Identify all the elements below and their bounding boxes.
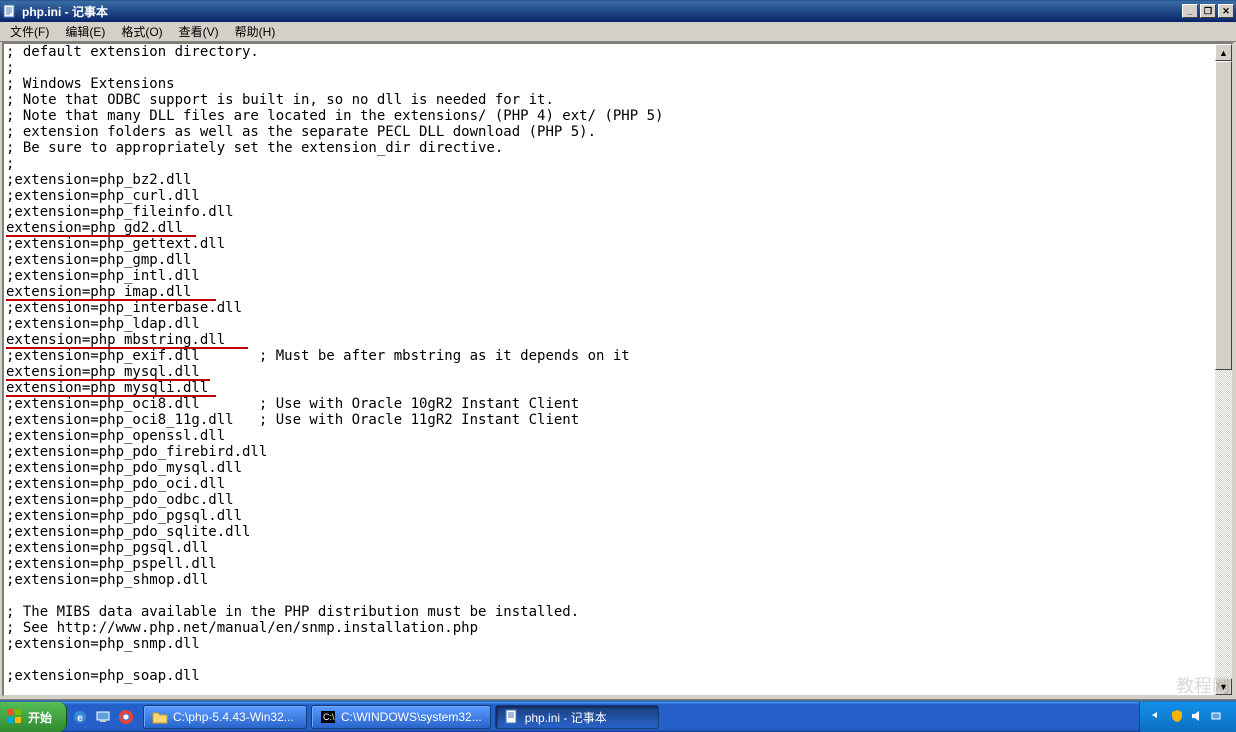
window-title: php.ini - 记事本 bbox=[22, 3, 1180, 20]
maximize-button[interactable]: ❐ bbox=[1200, 4, 1216, 18]
taskbar-task-0[interactable]: C:\php-5.4.43-Win32... bbox=[143, 705, 307, 729]
folder-icon bbox=[152, 709, 168, 725]
highlight-underline bbox=[6, 235, 196, 237]
tray-network-icon[interactable] bbox=[1210, 709, 1226, 725]
tray-shield-icon[interactable] bbox=[1170, 709, 1186, 725]
start-button[interactable]: 开始 bbox=[0, 702, 67, 732]
menu-help[interactable]: 帮助(H) bbox=[227, 22, 284, 41]
tray-volume-icon[interactable] bbox=[1190, 709, 1206, 725]
cmd-icon: C:\ bbox=[320, 709, 336, 725]
title-bar: php.ini - 记事本 _ ❐ ✕ bbox=[0, 0, 1236, 22]
highlight-underline bbox=[6, 347, 248, 349]
menu-file[interactable]: 文件(F) bbox=[2, 22, 57, 41]
highlight-underline bbox=[6, 299, 216, 301]
scroll-up-button[interactable]: ▲ bbox=[1215, 44, 1232, 61]
notepad-icon bbox=[2, 3, 18, 19]
svg-text:e: e bbox=[77, 713, 83, 724]
start-label: 开始 bbox=[28, 709, 52, 726]
desktop-icon[interactable] bbox=[94, 708, 112, 726]
close-button[interactable]: ✕ bbox=[1218, 4, 1234, 18]
vertical-scrollbar[interactable]: ▲ ▼ bbox=[1215, 44, 1232, 695]
ie-icon[interactable]: e bbox=[71, 708, 89, 726]
client-area: ; default extension directory. ; ; Windo… bbox=[0, 42, 1236, 700]
highlight-underline bbox=[6, 379, 210, 381]
chrome-icon[interactable] bbox=[117, 708, 135, 726]
svg-text:C:\: C:\ bbox=[323, 712, 335, 722]
windows-flag-icon bbox=[6, 708, 24, 726]
scroll-thumb[interactable] bbox=[1215, 61, 1232, 370]
minimize-button[interactable]: _ bbox=[1182, 4, 1198, 18]
quick-launch: e bbox=[67, 708, 139, 726]
menu-edit[interactable]: 编辑(E) bbox=[57, 22, 113, 41]
menu-format[interactable]: 格式(O) bbox=[113, 22, 170, 41]
task-label: C:\WINDOWS\system32... bbox=[341, 710, 482, 724]
task-label: php.ini - 记事本 bbox=[525, 709, 607, 726]
system-tray[interactable] bbox=[1139, 702, 1236, 732]
menu-bar: 文件(F) 编辑(E) 格式(O) 查看(V) 帮助(H) bbox=[0, 22, 1236, 42]
task-label: C:\php-5.4.43-Win32... bbox=[173, 710, 294, 724]
taskbar-task-1[interactable]: C:\ C:\WINDOWS\system32... bbox=[311, 705, 491, 729]
tray-arrow-icon[interactable] bbox=[1150, 709, 1166, 725]
scroll-down-button[interactable]: ▼ bbox=[1215, 678, 1232, 695]
taskbar-task-2[interactable]: php.ini - 记事本 bbox=[495, 705, 659, 729]
notepad-icon bbox=[504, 709, 520, 725]
text-editor[interactable]: ; default extension directory. ; ; Windo… bbox=[4, 44, 1215, 695]
taskbar: 开始 e C:\php-5.4.43-Win32... C:\ C:\WINDOWS… bbox=[0, 702, 1236, 732]
scroll-track[interactable] bbox=[1215, 61, 1232, 678]
menu-view[interactable]: 查看(V) bbox=[171, 22, 227, 41]
highlight-underline bbox=[6, 395, 216, 397]
